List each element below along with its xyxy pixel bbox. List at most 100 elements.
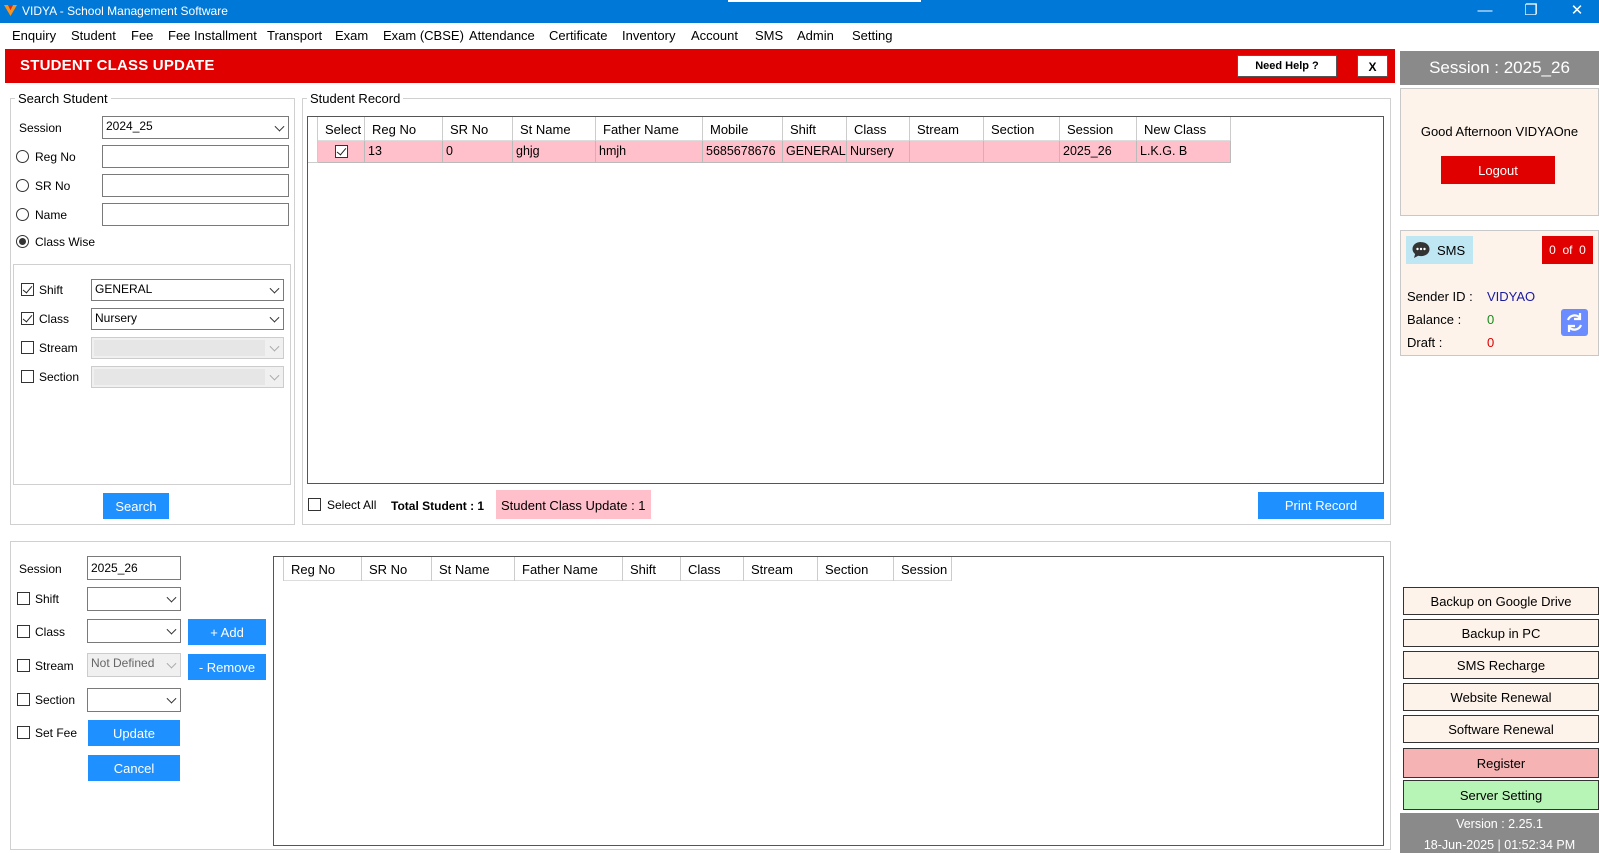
total-student-label: Total Student : 1	[391, 499, 485, 513]
update-shift-checkbox[interactable]	[17, 592, 30, 605]
sender-id-value: VIDYAO	[1487, 289, 1536, 304]
regno-input[interactable]	[102, 145, 289, 168]
datetime-text: 18-Jun-2025 | 01:52:34 PM	[1423, 838, 1576, 852]
table-row[interactable]: 13 0 ghjg hmjh 5685678676 GENERAL Nurser…	[318, 141, 1231, 163]
menu-setting[interactable]: Setting	[852, 28, 892, 43]
srno-radio[interactable]	[16, 179, 29, 192]
ucol-section: Section	[818, 557, 894, 581]
add-button[interactable]: + Add	[188, 619, 266, 645]
section-checkbox[interactable]	[21, 370, 34, 383]
cell-newclass[interactable]: L.K.G. B	[1137, 141, 1231, 163]
version-footer: Version : 2.25.1 18-Jun-2025 | 01:52:34 …	[1400, 813, 1599, 853]
backup-pc-button[interactable]: Backup in PC	[1403, 619, 1599, 647]
menu-attendance[interactable]: Attendance	[469, 28, 535, 43]
cell-fathername: hmjh	[596, 141, 703, 163]
update-stream-checkbox[interactable]	[17, 659, 30, 672]
col-section: Section	[984, 117, 1060, 141]
select-all-checkbox[interactable]	[308, 498, 321, 511]
shift-select[interactable]: GENERAL	[91, 279, 284, 301]
row-selector[interactable]	[308, 141, 318, 163]
chevron-down-icon	[274, 121, 285, 132]
row-select-checkbox[interactable]	[335, 145, 348, 158]
update-section-checkbox[interactable]	[17, 693, 30, 706]
shift-label: Shift	[39, 283, 64, 297]
need-help-button[interactable]: Need Help ?	[1237, 55, 1337, 77]
col-stname: St Name	[513, 117, 596, 141]
menu-inventory[interactable]: Inventory	[622, 28, 675, 43]
stream-checkbox[interactable]	[21, 341, 34, 354]
col-srno: SR No	[443, 117, 513, 141]
menu-student[interactable]: Student	[71, 28, 116, 43]
cell-regno: 13	[365, 141, 443, 163]
window-title: VIDYA - School Management Software	[22, 4, 228, 18]
menu-fee-installment[interactable]: Fee Installment	[168, 28, 257, 43]
update-stream-select[interactable]: Not Defined	[87, 653, 181, 677]
name-input[interactable]	[102, 203, 289, 226]
session-select[interactable]: 2024_25	[102, 116, 289, 139]
cell-session: 2025_26	[1060, 141, 1137, 163]
srno-input[interactable]	[102, 174, 289, 197]
chevron-down-icon	[269, 283, 280, 294]
menu-enquiry[interactable]: Enquiry	[12, 28, 56, 43]
menu-admin[interactable]: Admin	[797, 28, 834, 43]
software-renewal-button[interactable]: Software Renewal	[1403, 715, 1599, 743]
update-class-checkbox[interactable]	[17, 625, 30, 638]
sms-recharge-button[interactable]: SMS Recharge	[1403, 651, 1599, 679]
restore-button[interactable]: ❐	[1508, 0, 1554, 23]
menu-account[interactable]: Account	[691, 28, 738, 43]
cell-srno: 0	[443, 141, 513, 163]
page-header: STUDENT CLASS UPDATE Need Help ? X	[5, 49, 1395, 83]
col-select: Select	[318, 117, 365, 141]
col-regno: Reg No	[365, 117, 443, 141]
name-radio[interactable]	[16, 208, 29, 221]
update-class-select[interactable]	[87, 619, 181, 643]
cell-section	[984, 141, 1060, 163]
menu-exam-cbse[interactable]: Exam (CBSE)	[383, 28, 464, 43]
class-checkbox[interactable]	[21, 312, 34, 325]
server-setting-button[interactable]: Server Setting	[1403, 780, 1599, 810]
select-all-label: Select All	[327, 498, 377, 512]
col-stream: Stream	[910, 117, 984, 141]
regno-radio[interactable]	[16, 150, 29, 163]
menu-transport[interactable]: Transport	[267, 28, 322, 43]
col-fathername: Father Name	[596, 117, 703, 141]
search-button[interactable]: Search	[103, 493, 169, 519]
row-select-cell[interactable]	[318, 141, 365, 163]
sender-id-label: Sender ID :	[1407, 289, 1473, 304]
class-select[interactable]: Nursery	[91, 308, 284, 330]
register-button[interactable]: Register	[1403, 748, 1599, 778]
menu-sms[interactable]: SMS	[755, 28, 783, 43]
print-record-button[interactable]: Print Record	[1258, 492, 1384, 519]
cell-class: Nursery	[847, 141, 910, 163]
name-label: Name	[35, 208, 68, 222]
backup-google-drive-button[interactable]: Backup on Google Drive	[1403, 587, 1599, 615]
cancel-button[interactable]: Cancel	[88, 755, 180, 781]
col-class: Class	[847, 117, 910, 141]
update-shift-select[interactable]	[87, 587, 181, 611]
set-fee-checkbox[interactable]	[17, 726, 30, 739]
classwise-radio[interactable]	[16, 235, 29, 248]
section-select[interactable]	[91, 366, 284, 388]
close-page-button[interactable]: X	[1357, 55, 1388, 77]
ucol-stname: St Name	[432, 557, 515, 581]
update-session-input[interactable]: 2025_26	[87, 556, 181, 580]
update-button[interactable]: Update	[88, 720, 180, 746]
version-text: Version : 2.25.1	[1456, 817, 1543, 831]
refresh-button[interactable]	[1561, 309, 1588, 336]
menu-exam[interactable]: Exam	[335, 28, 368, 43]
stream-select[interactable]	[91, 337, 284, 359]
cell-mobile: 5685678676	[703, 141, 783, 163]
website-renewal-button[interactable]: Website Renewal	[1403, 683, 1599, 711]
remove-button[interactable]: - Remove	[188, 654, 266, 680]
ucol-stream: Stream	[744, 557, 818, 581]
update-grid-header: Reg No SR No St Name Father Name Shift C…	[284, 557, 952, 581]
col-session: Session	[1060, 117, 1137, 141]
minimize-button[interactable]: —	[1462, 0, 1508, 23]
update-section-select[interactable]	[87, 688, 181, 712]
menu-fee[interactable]: Fee	[131, 28, 153, 43]
logout-button[interactable]: Logout	[1441, 156, 1555, 184]
update-stream-label: Stream	[35, 659, 74, 673]
menu-certificate[interactable]: Certificate	[549, 28, 608, 43]
close-window-button[interactable]: ✕	[1554, 0, 1599, 23]
shift-checkbox[interactable]	[21, 283, 34, 296]
